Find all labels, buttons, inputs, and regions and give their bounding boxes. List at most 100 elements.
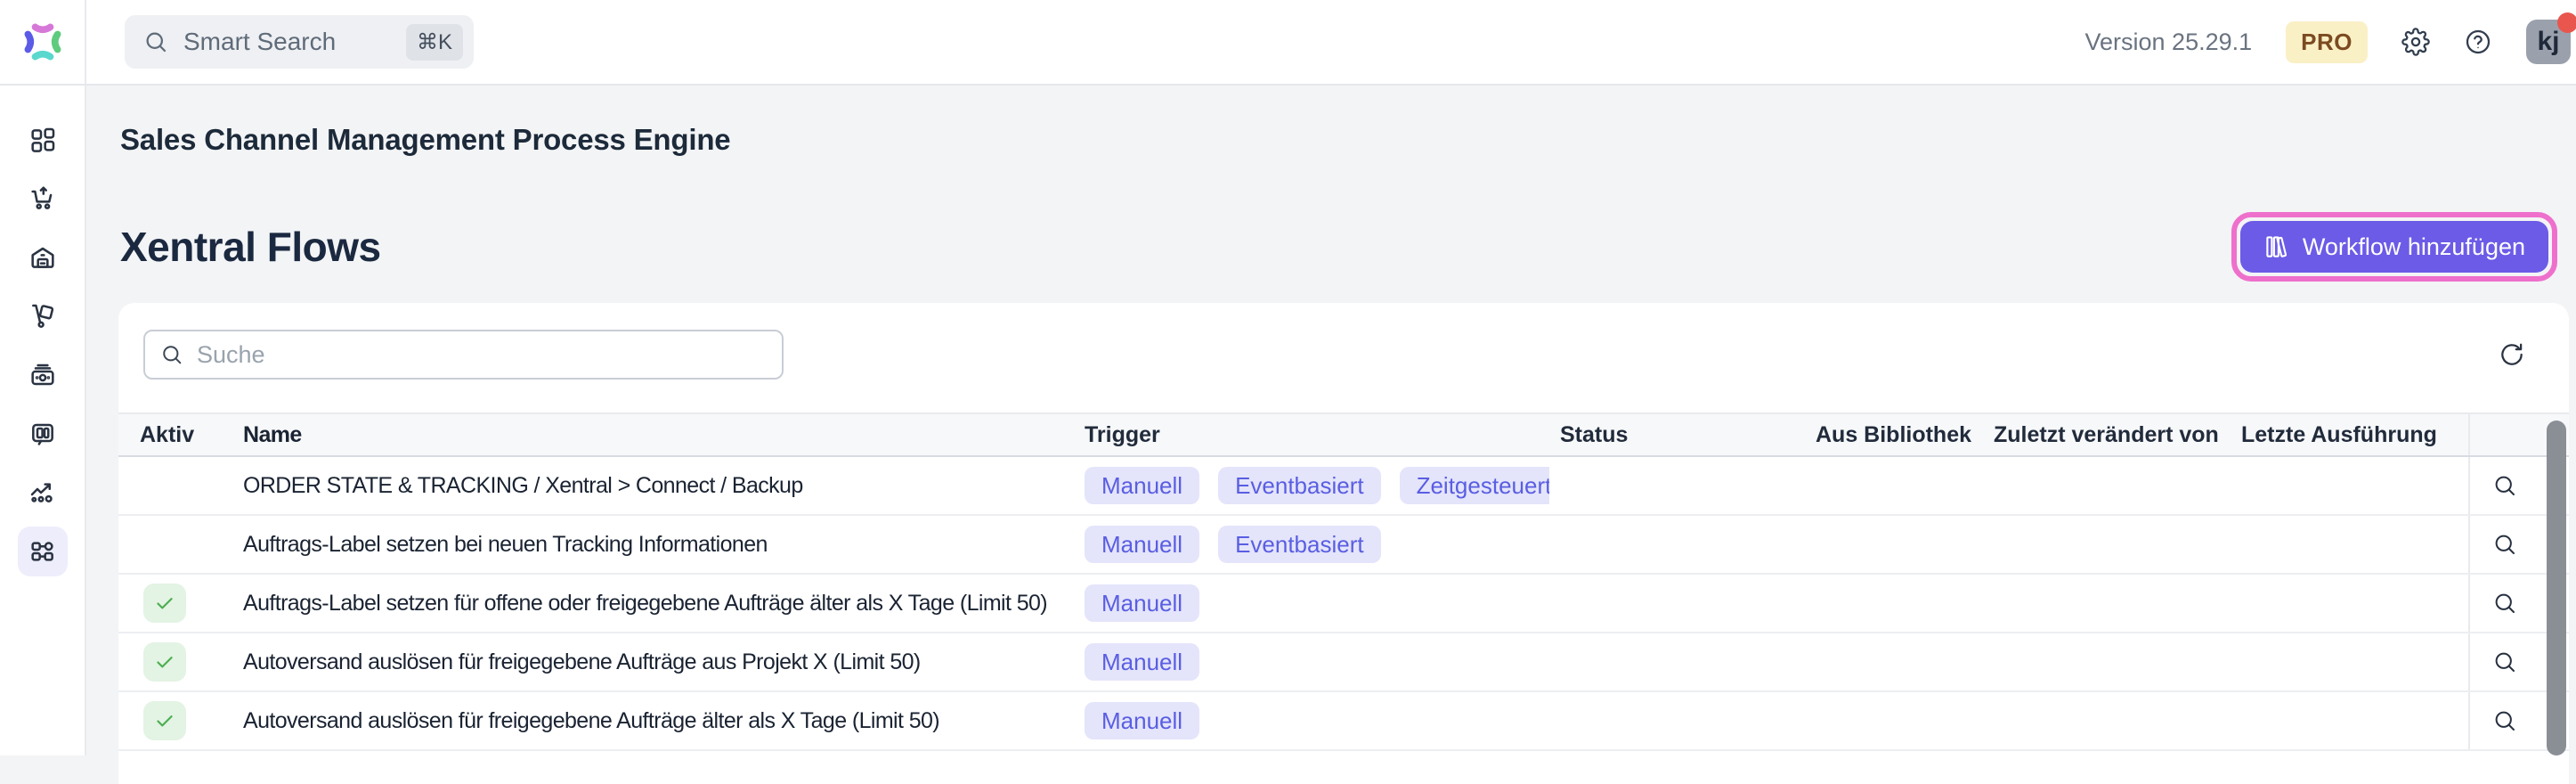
table-body: ORDER STATE & TRACKING / Xentral > Conne… [118,457,2569,751]
analytics-icon [28,478,57,507]
column-header-aus-bibliothek: Aus Bibliothek [1799,414,1977,455]
library-cell [1799,457,1977,514]
column-header-zuletzt-veraendert-von: Zuletzt verändert von [1977,414,2226,455]
table-row[interactable]: Auftrags-Label setzen bei neuen Tracking… [118,516,2569,575]
sidebar-item-pos[interactable] [18,409,68,459]
refresh-icon [2498,340,2526,369]
search-icon [2491,649,2518,675]
modified-by-cell [1977,575,2226,632]
library-cell [1799,516,1977,573]
trigger-badge: Manuell [1085,584,1199,622]
table-search-input[interactable] [197,341,768,369]
row-details-button[interactable] [2487,703,2523,739]
table-row[interactable]: Autoversand auslösen für freigegebene Au… [118,633,2569,692]
modified-by-cell [1977,516,2226,573]
workflow-name: Autoversand auslösen für freigegebene Au… [229,633,1069,690]
trigger-badge: Manuell [1085,467,1199,504]
warehouse-icon [28,243,57,272]
status-cell [1549,516,1799,573]
refresh-button[interactable] [2492,335,2531,374]
library-cell [1799,575,1977,632]
workflow-name: ORDER STATE & TRACKING / Xentral > Conne… [229,457,1069,514]
modified-by-cell [1977,457,2226,514]
gear-icon [2401,28,2430,56]
last-run-cell [2226,457,2468,514]
sidebar-item-dashboard[interactable] [18,115,68,165]
sidebar-item-finance[interactable] [18,350,68,400]
highlight-ring: Workflow hinzufügen [2231,212,2557,282]
column-header-letzte-ausfuehrung: Letzte Ausführung [2226,414,2468,455]
table-row[interactable]: ORDER STATE & TRACKING / Xentral > Conne… [118,457,2569,516]
active-cell [118,457,229,514]
sidebar-item-logistics[interactable] [18,291,68,341]
table-search-field [143,330,784,380]
sidebar-item-analytics[interactable] [18,468,68,518]
row-details-button[interactable] [2487,644,2523,680]
table-header: Aktiv Name Trigger Status Aus Bibliothek… [118,412,2569,457]
search-icon [2491,590,2518,617]
smart-search-button[interactable]: Smart Search ⌘K [125,15,474,69]
active-checkbox[interactable] [143,584,186,623]
flows-icon [28,537,57,566]
user-avatar[interactable]: kj [2526,20,2571,64]
settings-button[interactable] [2401,28,2430,56]
sidebar-item-flows[interactable] [18,527,68,576]
search-icon [2491,707,2518,734]
row-details-button[interactable] [2487,468,2523,503]
active-cell [118,575,229,632]
column-header-name: Name [229,414,1069,455]
smart-search-placeholder: Smart Search [183,28,406,56]
sidebar-item-sales[interactable] [18,174,68,224]
library-cell [1799,692,1977,749]
cart-up-icon [28,184,57,213]
main-content: Sales Channel Management Process Engine … [86,86,2576,755]
pro-badge: PRO [2286,21,2368,63]
search-icon [2491,531,2518,558]
check-icon [153,650,176,674]
last-run-cell [2226,516,2468,573]
status-cell [1549,692,1799,749]
help-button[interactable] [2464,28,2492,56]
trigger-cell: Manuell [1069,692,1549,749]
last-run-cell [2226,692,2468,749]
scrollbar-thumb[interactable] [2547,421,2566,755]
notification-dot [2557,12,2576,33]
avatar-initials: kj [2537,27,2559,57]
search-icon [142,29,169,55]
workflows-card: Aktiv Name Trigger Status Aus Bibliothek… [118,303,2569,784]
version-label: Version 25.29.1 [2085,29,2253,56]
column-header-status: Status [1549,414,1799,455]
row-details-button[interactable] [2487,527,2523,562]
column-header-aktiv: Aktiv [118,414,229,455]
workflow-name: Auftrags-Label setzen bei neuen Tracking… [229,516,1069,573]
table-row[interactable]: Auftrags-Label setzen für offene oder fr… [118,575,2569,633]
check-icon [153,592,176,615]
sidebar-item-warehouse[interactable] [18,233,68,282]
table-row[interactable]: Autoversand auslösen für freigegebene Au… [118,692,2569,751]
trigger-badge: Manuell [1085,526,1199,563]
trigger-cell: Manuell [1069,575,1549,632]
app-logo[interactable] [0,0,86,85]
active-checkbox[interactable] [143,701,186,740]
library-cell [1799,633,1977,690]
column-header-trigger: Trigger [1069,414,1549,455]
search-icon [2491,472,2518,499]
active-cell [118,692,229,749]
last-run-cell [2226,633,2468,690]
dashboard-icon [28,126,57,154]
cash-icon [28,361,57,389]
active-checkbox[interactable] [143,642,186,682]
row-details-button[interactable] [2487,585,2523,621]
top-bar: Smart Search ⌘K Version 25.29.1 PRO kj [0,0,2576,86]
sidebar-nav [0,86,86,755]
trigger-badge: Zeitgesteuert [1400,467,1549,504]
trigger-badge: Manuell [1085,702,1199,739]
status-cell [1549,633,1799,690]
trigger-badge: Manuell [1085,643,1199,681]
last-run-cell [2226,575,2468,632]
trigger-cell: Manuell [1069,633,1549,690]
app-title: Sales Channel Management Process Engine [120,123,2576,157]
status-cell [1549,457,1799,514]
add-workflow-button[interactable]: Workflow hinzufügen [2240,221,2548,273]
help-icon [2464,28,2492,56]
